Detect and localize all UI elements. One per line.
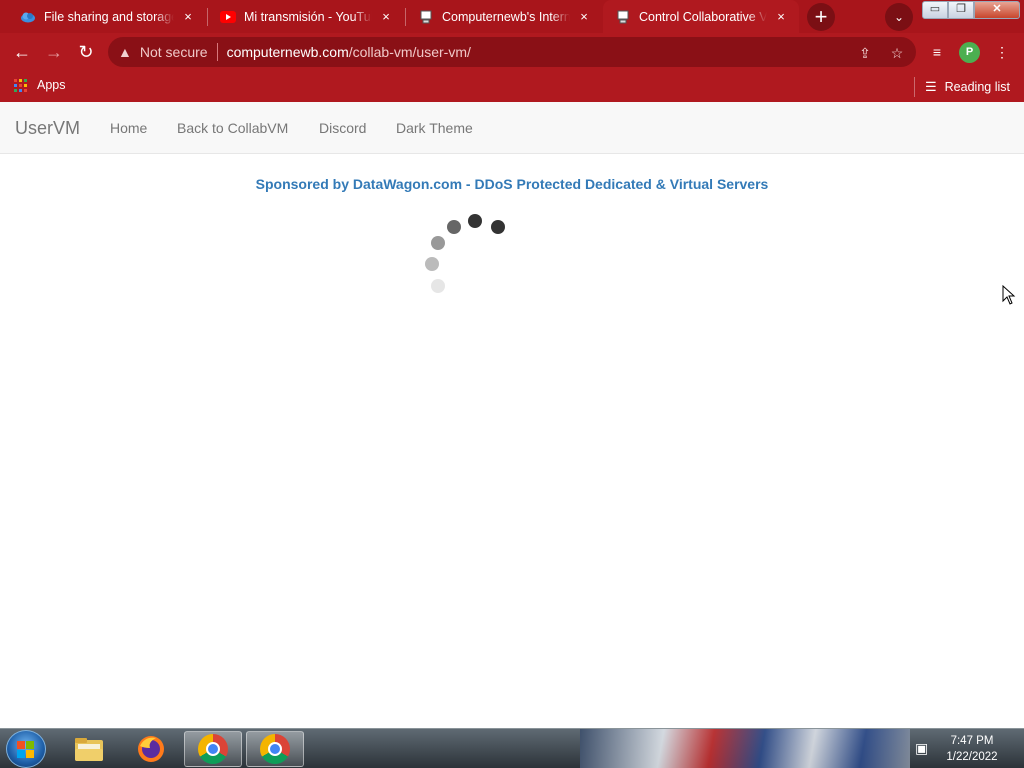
tab-title: Mi transmisión - YouTube xyxy=(244,9,372,24)
media-control-icon[interactable]: ≡ xyxy=(927,42,947,62)
close-icon[interactable]: × xyxy=(378,9,394,25)
new-tab-button[interactable]: + xyxy=(807,3,835,31)
spinner-dot xyxy=(468,214,482,228)
system-clock[interactable]: 7:47 PM 1/22/2022 xyxy=(930,733,1014,765)
tab-title: Computernewb's Internet Computer xyxy=(442,9,570,24)
mouse-cursor xyxy=(1002,284,1016,310)
sponsor-link[interactable]: Sponsored by DataWagon.com - DDoS Protec… xyxy=(0,176,1024,192)
divider xyxy=(216,43,218,61)
nav-discord[interactable]: Discord xyxy=(319,120,366,136)
bookmarks-bar: Apps ☰ Reading list xyxy=(0,71,1024,102)
back-button[interactable]: ← xyxy=(8,38,36,66)
folder-icon xyxy=(75,738,103,761)
close-icon[interactable]: × xyxy=(576,9,592,25)
firefox-icon xyxy=(138,736,164,762)
site-navbar: UserVM Home Back to CollabVM Discord Dar… xyxy=(0,102,1024,154)
url-text[interactable]: computernewb.com/collab-vm/user-vm/ xyxy=(227,44,471,60)
address-bar[interactable]: ▲ Not secure computernewb.com/collab-vm/… xyxy=(108,37,916,67)
computer-icon xyxy=(615,9,631,25)
tab-computernewb[interactable]: Computernewb's Internet Computer × xyxy=(406,0,602,33)
star-icon[interactable]: ☆ xyxy=(888,44,906,62)
cloud-icon xyxy=(20,9,36,25)
tab-strip: File sharing and storage made simple × M… xyxy=(0,0,1024,33)
apps-label: Apps xyxy=(37,78,66,92)
reading-list-label: Reading list xyxy=(944,80,1010,94)
apps-grid-icon xyxy=(14,78,27,92)
reading-list-button[interactable]: ☰ Reading list xyxy=(914,77,1010,97)
spinner-dot xyxy=(491,220,505,234)
spinner-dot xyxy=(431,236,445,250)
clock-date: 1/22/2022 xyxy=(946,751,998,763)
minimize-button[interactable]: ▭ xyxy=(922,1,948,19)
browser-toolbar: ← → ↻ ▲ Not secure computernewb.com/coll… xyxy=(0,33,1024,71)
url-path: /collab-vm/user-vm/ xyxy=(348,44,471,60)
nav-dark-theme[interactable]: Dark Theme xyxy=(396,120,473,136)
reload-button[interactable]: ↻ xyxy=(72,38,100,66)
menu-icon[interactable]: ⋮ xyxy=(992,42,1012,62)
taskbar-chrome[interactable] xyxy=(184,731,242,767)
computer-icon xyxy=(418,9,434,25)
nav-back-to-collabvm[interactable]: Back to CollabVM xyxy=(177,120,288,136)
windows-logo-icon xyxy=(17,741,35,758)
apps-bookmark[interactable]: Apps xyxy=(14,78,66,92)
taskbar-firefox[interactable] xyxy=(122,731,180,767)
start-button[interactable] xyxy=(6,730,46,768)
tab-youtube[interactable]: Mi transmisión - YouTube × xyxy=(208,0,404,33)
tab-search-button[interactable]: ⌄ xyxy=(885,3,913,31)
brand-link[interactable]: UserVM xyxy=(15,118,80,139)
taskbar-chrome-profile[interactable] xyxy=(246,731,304,767)
profile-avatar[interactable]: P xyxy=(959,42,980,63)
clock-time: 7:47 PM xyxy=(950,735,994,747)
spinner-dot xyxy=(425,257,439,271)
warning-icon[interactable]: ▲ xyxy=(118,44,132,60)
chrome-icon xyxy=(260,734,290,764)
forward-button[interactable]: → xyxy=(40,38,68,66)
tab-title: File sharing and storage made simple xyxy=(44,9,174,24)
spinner-dot xyxy=(447,220,461,234)
spinner-dot xyxy=(431,279,445,293)
network-icon[interactable]: ▣ xyxy=(915,740,928,757)
chrome-icon xyxy=(198,734,228,764)
tab-title: Control Collaborative Virtual Machines xyxy=(639,9,767,24)
reading-list-icon: ☰ xyxy=(925,79,937,94)
youtube-icon xyxy=(220,9,236,25)
close-icon[interactable]: × xyxy=(180,9,196,25)
windows-taskbar: ▣ 7:47 PM 1/22/2022 xyxy=(0,728,1024,768)
close-icon[interactable]: × xyxy=(773,9,789,25)
url-domain: computernewb.com xyxy=(226,44,349,60)
share-icon[interactable]: ⇪ xyxy=(856,44,874,62)
tab-file-sharing[interactable]: File sharing and storage made simple × xyxy=(8,0,206,33)
web-page: UserVM Home Back to CollabVM Discord Dar… xyxy=(0,102,1024,728)
security-status[interactable]: Not secure xyxy=(140,44,208,60)
tab-collab-vm[interactable]: Control Collaborative Virtual Machines × xyxy=(603,0,799,33)
nav-home[interactable]: Home xyxy=(110,120,147,136)
close-window-button[interactable]: ✕ xyxy=(974,1,1020,19)
taskbar-background xyxy=(580,729,910,768)
taskbar-explorer[interactable] xyxy=(60,731,118,767)
maximize-button[interactable]: ❐ xyxy=(948,1,974,19)
